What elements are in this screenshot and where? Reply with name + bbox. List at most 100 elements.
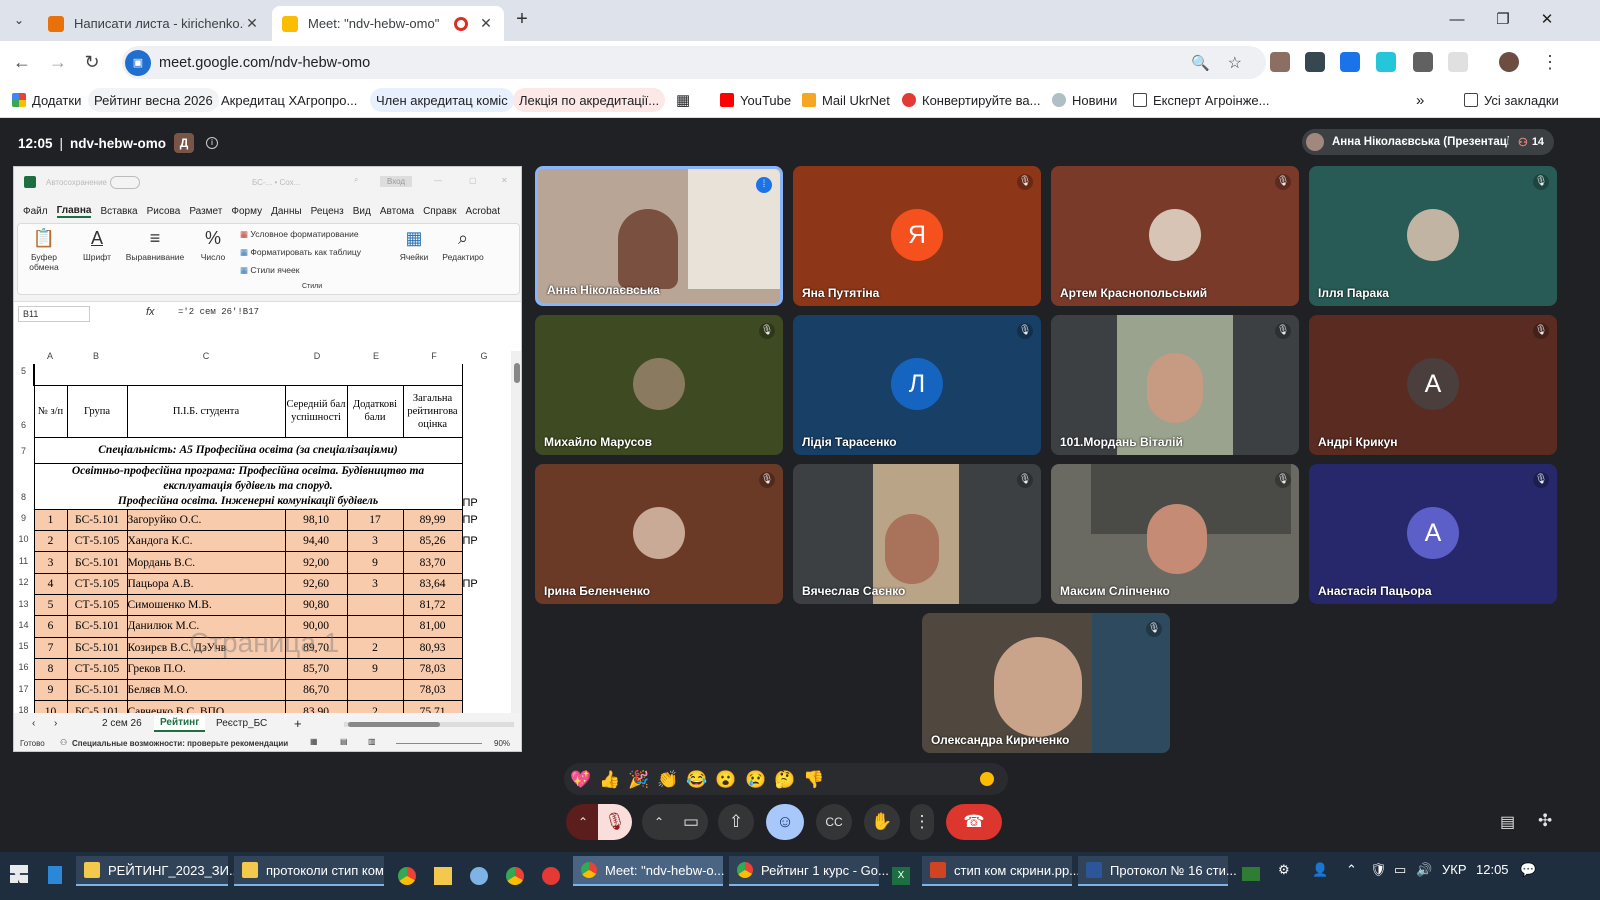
ribbon-tab[interactable]: Справк	[423, 206, 456, 217]
audio-options-button[interactable]: ⌃	[566, 804, 600, 840]
student-row[interactable]: 9 БС-5.101 Беляєв М.О. 86,70 78,03	[33, 679, 502, 702]
vertical-scrollbar[interactable]	[511, 351, 521, 713]
extension-meet-icon[interactable]	[1340, 52, 1360, 72]
reaction-thinking[interactable]: 🤔	[771, 770, 799, 790]
spreadsheet-grid[interactable]: A B C D E F G 5 6 7 8 9 10 11 12 13 14 1…	[14, 351, 521, 713]
tab-meet[interactable]: Meet: "ndv-hebw-omo" ✕	[272, 6, 504, 41]
participant-tile[interactable]: 🎙 Олександра Кириченко	[922, 613, 1170, 753]
reaction-thumbs-up[interactable]: 👍	[596, 770, 624, 790]
page-break-icon[interactable]: ▥	[368, 737, 376, 746]
taskbar-item[interactable]: стип ком скрини.pp...	[922, 856, 1080, 886]
format-as-table-button[interactable]: ▦ Форматировать как таблицу	[240, 247, 361, 258]
calculator-icon[interactable]	[48, 866, 62, 884]
opera-icon[interactable]	[542, 867, 560, 885]
participant-tile[interactable]: ⁞ Анна Ніколаєвська	[535, 166, 783, 306]
tab-search-button[interactable]: ⌄	[8, 9, 30, 31]
ribbon-tab[interactable]: Рисова	[147, 206, 181, 217]
tab-gmail[interactable]: Написати листа - kirichenko.ol ✕	[38, 6, 270, 41]
participant-tile[interactable]: 🎙 Артем Краснопольський	[1051, 166, 1299, 306]
next-sheet-icon[interactable]: ›	[54, 718, 57, 729]
student-row[interactable]: 1 БС-5.101 Загоруйко О.С. 98,10 17 89,99 ПР	[33, 508, 502, 532]
page-layout-icon[interactable]: ▤	[340, 737, 348, 746]
clock[interactable]: 12:05	[1476, 862, 1509, 877]
normal-view-icon[interactable]: ▦	[310, 737, 318, 746]
participant-tile[interactable]: А 🎙 Анастасія Пацьора	[1309, 464, 1557, 604]
presenter-chip[interactable]: Анна Ніколаєвська (Презентація)	[1302, 129, 1531, 155]
zoom-slider[interactable]	[396, 743, 482, 744]
ribbon-tab[interactable]: Файл	[23, 206, 48, 217]
forward-icon[interactable]: →	[46, 50, 70, 74]
cell-styles-button[interactable]: ▦ Стили ячеек	[240, 265, 299, 276]
extension-cube-icon[interactable]	[1376, 52, 1396, 72]
clipboard-group[interactable]: 📋 Буфер обмена	[24, 228, 64, 272]
ribbon-tab[interactable]: Данны	[271, 206, 302, 217]
student-row[interactable]: 4 СТ-5.105 Пацьора А.В. 92,60 3 83,64 ПР	[33, 572, 502, 595]
extension-off-icon[interactable]	[1413, 52, 1433, 72]
formula-input[interactable]: ='2 сем 26'!B17	[178, 307, 259, 317]
video-options-button[interactable]: ⌃	[642, 804, 676, 840]
bookmark-mail[interactable]: Mail UkrNet	[796, 88, 896, 112]
cells-group[interactable]: ▦ Ячейки	[396, 228, 432, 262]
bookmark-youtube[interactable]: YouTube	[714, 88, 797, 112]
activities-icon[interactable]: ✣	[1538, 811, 1552, 831]
more-options-button[interactable]: ⋮	[910, 804, 934, 840]
ribbon-tab[interactable]: Форму	[231, 206, 262, 217]
login-button[interactable]: Вход	[380, 176, 413, 187]
sheet-tab[interactable]: Реєстр_БС	[216, 718, 267, 729]
participant-tile[interactable]: Л 🎙 Лідія Тарасенко	[793, 315, 1041, 455]
reaction-sad[interactable]: 😢	[742, 770, 770, 790]
reaction-heart[interactable]: 💖	[567, 770, 595, 790]
student-row[interactable]: 5 СТ-5.105 Симошенко М.В. 90,80 81,72	[33, 593, 502, 617]
chrome-icon[interactable]	[398, 867, 416, 885]
security-icon[interactable]: 🛡	[1370, 862, 1387, 878]
reaction-laugh[interactable]: 😂	[683, 770, 711, 790]
conditional-format-button[interactable]: ▦ Условное форматирование	[240, 229, 359, 240]
new-tab-button[interactable]: +	[510, 8, 534, 32]
reaction-party[interactable]: 🎉	[625, 770, 653, 790]
participant-tile[interactable]: 🎙 Ірина Беленченко	[535, 464, 783, 604]
menu-kebab-icon[interactable]: ⋮	[1538, 50, 1562, 74]
all-bookmarks[interactable]: Усі закладки	[1458, 88, 1565, 112]
notifications-icon[interactable]: 💬	[1520, 862, 1536, 878]
ribbon-tab[interactable]: Размет	[189, 206, 222, 217]
student-row[interactable]: 8 СТ-5.105 Греков П.О. 85,70 9 78,03	[33, 657, 502, 681]
name-box[interactable]: B11	[18, 306, 90, 322]
leave-call-button[interactable]: ☎	[946, 804, 1002, 840]
extensions-puzzle-icon[interactable]	[1448, 52, 1468, 72]
student-row[interactable]: 3 БС-5.101 Мордань В.С. 92,00 9 83,70	[33, 551, 502, 574]
excel-close-icon[interactable]: ✕	[501, 176, 508, 185]
alignment-group[interactable]: ≡ Выравнивание	[123, 228, 187, 262]
chat-icon[interactable]: ▤	[1500, 812, 1515, 832]
student-row[interactable]: 2 СТ-5.105 Хандога К.С. 94,40 3 85,26 ПР	[33, 530, 502, 553]
participant-tile[interactable]: 🎙 101.Мордань Віталій	[1051, 315, 1299, 455]
people-count-button[interactable]: ⚇ 14	[1508, 129, 1554, 155]
sheet-tab[interactable]: 2 сем 26	[102, 718, 142, 729]
add-sheet-icon[interactable]: +	[294, 716, 302, 731]
close-tab-icon[interactable]: ✕	[244, 15, 260, 32]
excel-maximize-icon[interactable]: ▢	[469, 176, 477, 185]
participant-tile[interactable]: 🎙 Михайло Марусов	[535, 315, 783, 455]
excel-minimize-icon[interactable]: —	[434, 176, 442, 185]
font-group[interactable]: A Шрифт	[80, 228, 114, 262]
taskbar-item-active[interactable]: Meet: "ndv-hebw-o...	[573, 856, 725, 886]
ribbon-tab[interactable]: Автома	[380, 206, 414, 217]
bookmark-grid-icon[interactable]: ▦	[670, 88, 696, 112]
start-icon[interactable]	[10, 865, 28, 883]
close-tab-icon[interactable]: ✕	[478, 15, 494, 32]
captions-button[interactable]: CC	[816, 804, 852, 840]
bookmark-commission[interactable]: Член акредитац коміс	[370, 88, 514, 112]
reaction-clap[interactable]: 👏	[654, 770, 682, 790]
participant-tile[interactable]: Я 🎙 Яна Путятіна	[793, 166, 1041, 306]
excel-icon[interactable]: X	[892, 867, 910, 885]
ribbon-tab[interactable]: Acrobat	[466, 206, 500, 217]
raise-hand-button[interactable]: ✋	[864, 804, 900, 840]
bookmark-lecture[interactable]: Лекція по акредитації...	[513, 88, 666, 112]
bookmark-accreditation[interactable]: Акредитац ХАгропро...	[215, 88, 363, 112]
info-icon[interactable]: i	[206, 137, 219, 149]
scrollbar-thumb[interactable]	[514, 363, 520, 383]
editing-group[interactable]: ⌕ Редактиро	[438, 228, 488, 262]
extension-translate-icon[interactable]	[1305, 52, 1325, 72]
participant-tile[interactable]: 🎙 Максим Сліпченко	[1051, 464, 1299, 604]
screen-share-icon[interactable]	[1242, 867, 1260, 881]
bookmark-news[interactable]: Новини	[1046, 88, 1123, 112]
